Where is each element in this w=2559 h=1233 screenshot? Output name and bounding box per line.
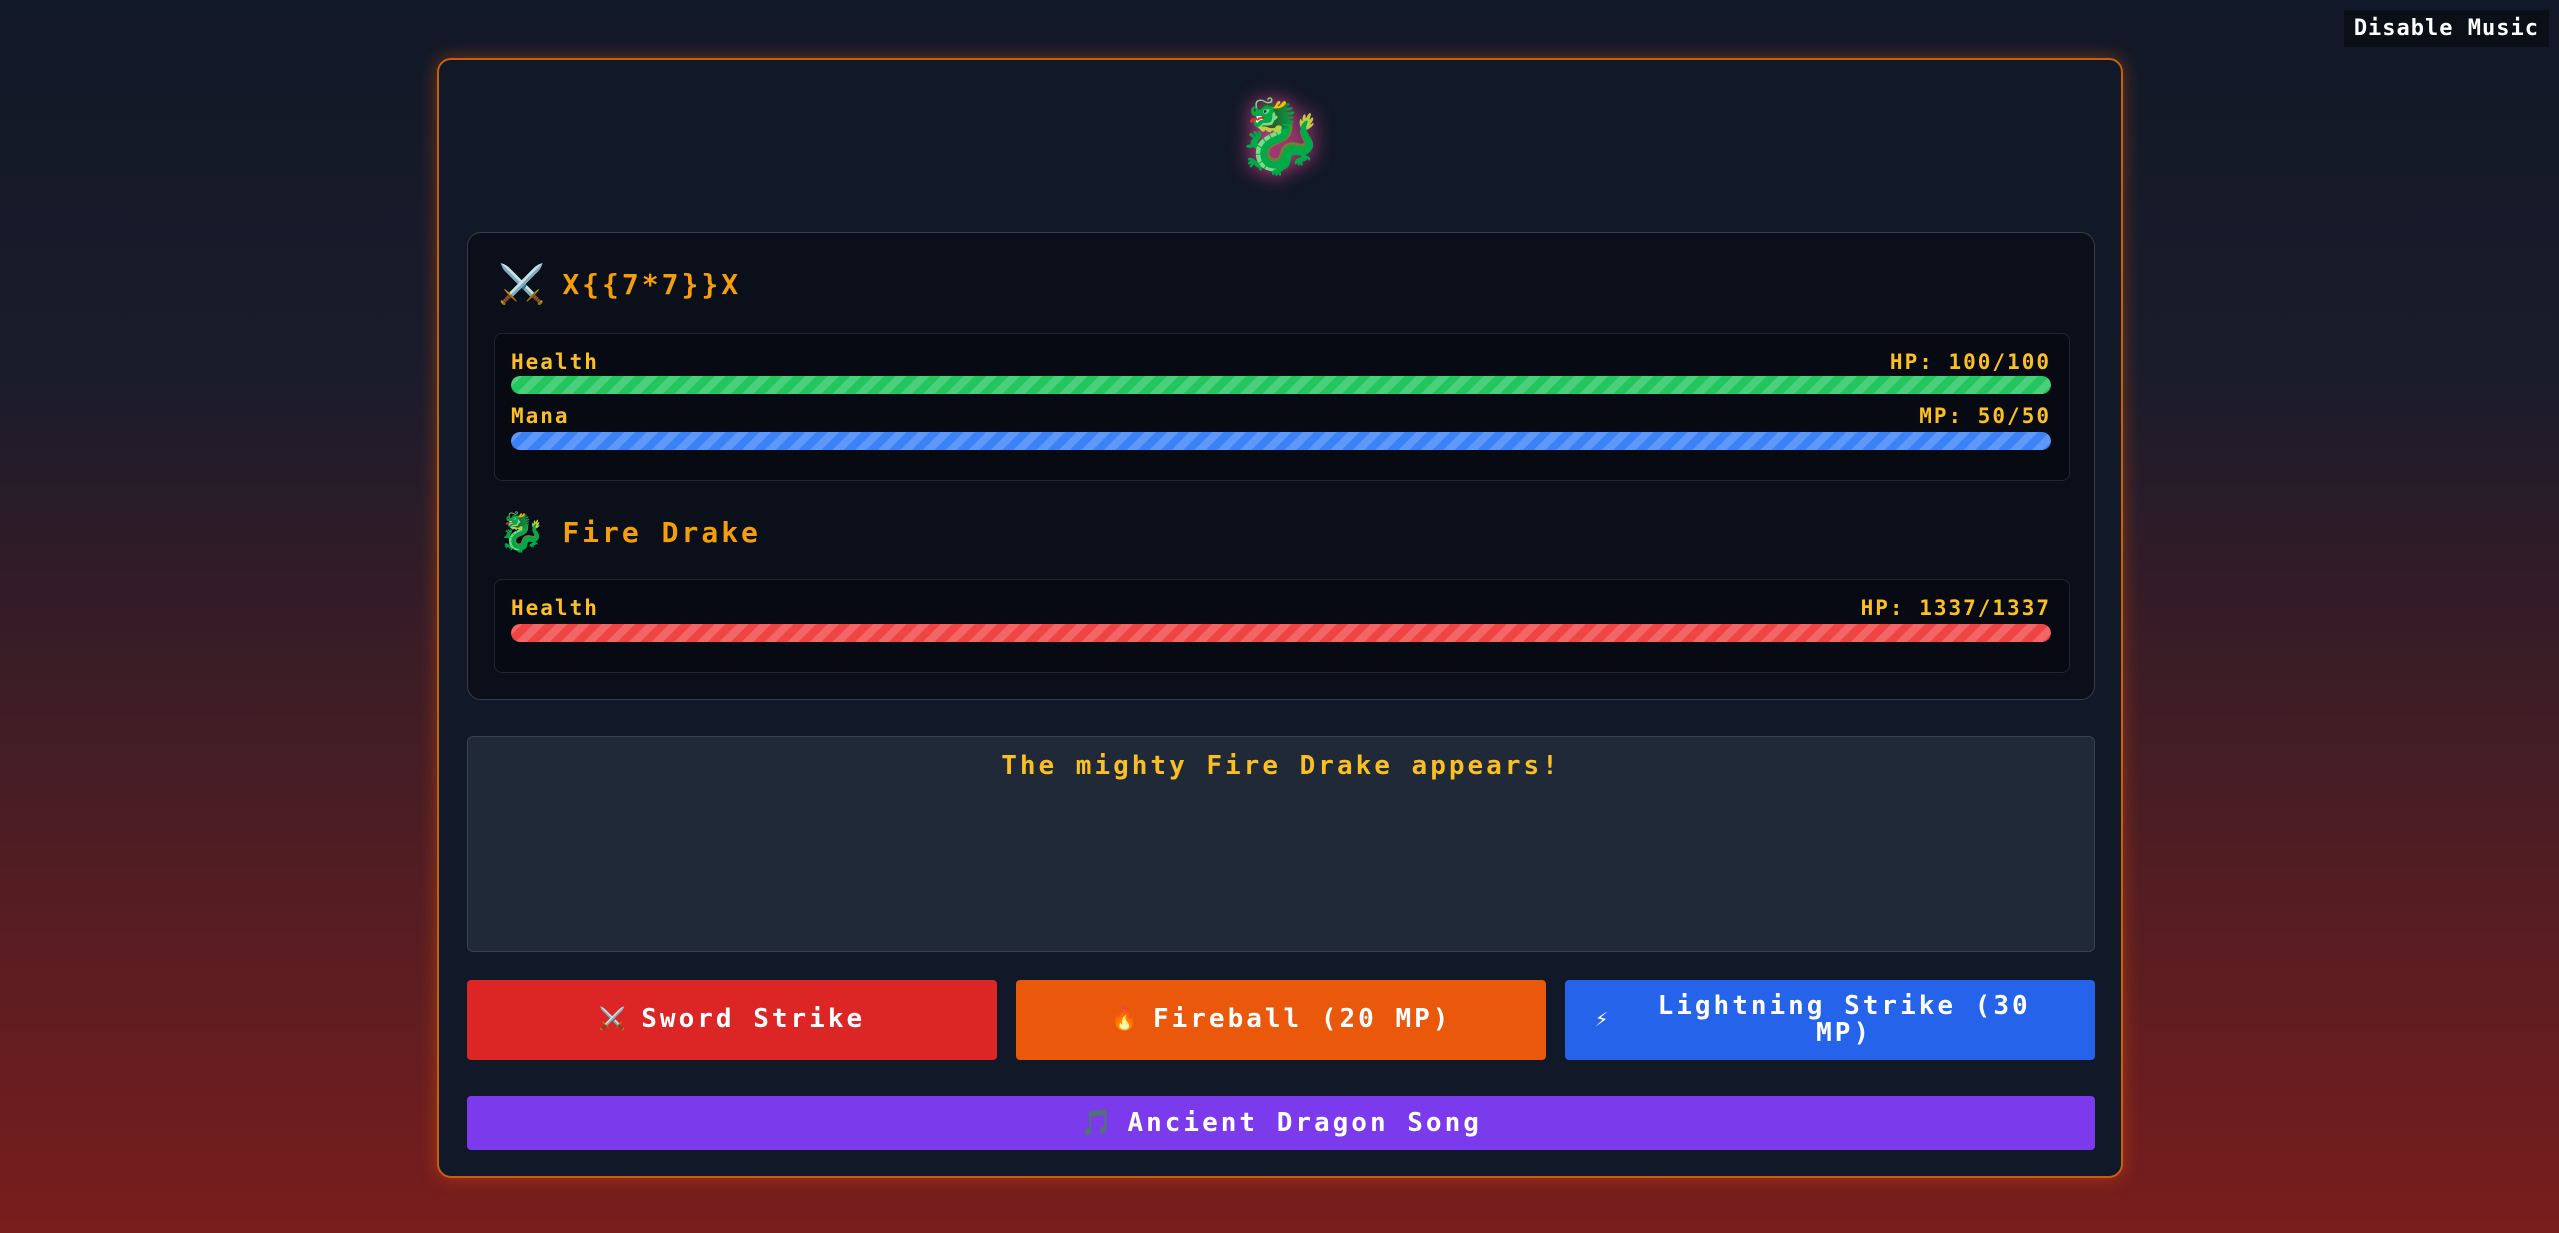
enemy-header: 🐉 Fire Drake [498,513,761,551]
player-mana-fill [511,432,2051,450]
player-health-bar [511,376,2051,394]
enemy-health-fill [511,624,2051,642]
player-stats: Health HP: 100/100 Mana MP: 50/50 [494,333,2070,481]
music-toggle-button[interactable]: Disable Music [2343,10,2549,47]
player-header: ⚔️ X{{7*7}}X [498,265,741,303]
player-mana-bar [511,432,2051,450]
player-hp-value: HP: 100/100 [1889,350,2051,374]
player-health-fill [511,376,2051,394]
player-name: X{{7*7}}X [562,267,742,301]
mana-label: Mana [511,404,570,428]
dragon-icon: 🐉 [1235,94,1325,178]
battle-log: The mighty Fire Drake appears! [467,736,2095,952]
enemy-health-bar [511,624,2051,642]
enemy-stats: Health HP: 1337/1337 [494,579,2070,673]
battle-log-line: The mighty Fire Drake appears! [1001,751,1561,781]
enemy-hp-value: HP: 1337/1337 [1860,596,2051,620]
music-note-icon: 🎵 [1080,1108,1116,1138]
dragon-icon: 🐉 [498,510,549,554]
ancient-dragon-song-button[interactable]: 🎵 Ancient Dragon Song [467,1096,2095,1150]
sword-strike-label: Sword Strike [641,1004,866,1035]
enemy-name: Fire Drake [562,515,761,549]
fireball-label: Fireball (20 MP) [1152,1004,1452,1035]
health-label: Health [511,596,599,620]
status-panel: ⚔️ X{{7*7}}X Health HP: 100/100 Mana MP:… [467,232,2095,700]
player-mp-value: MP: 50/50 [1919,404,2051,428]
lightning-strike-label: Lightning Strike (30 MP) [1657,990,2031,1048]
health-label: Health [511,350,599,374]
sword-icon: ⚔️ [598,1007,630,1033]
sword-strike-button[interactable]: ⚔️ Sword Strike [467,980,997,1060]
fire-icon: 🔥 [1110,1007,1141,1033]
fireball-button[interactable]: 🔥 Fireball (20 MP) [1016,980,1546,1060]
ancient-dragon-song-label: Ancient Dragon Song [1127,1108,1482,1138]
lightning-strike-button[interactable]: ⚡ Lightning Strike (30 MP) [1565,980,2095,1060]
crossed-swords-icon: ⚔️ [498,262,549,306]
game-frame: 🐉 ⚔️ X{{7*7}}X Health HP: 100/100 Mana M… [437,58,2123,1178]
lightning-icon: ⚡ [1595,1007,1612,1033]
